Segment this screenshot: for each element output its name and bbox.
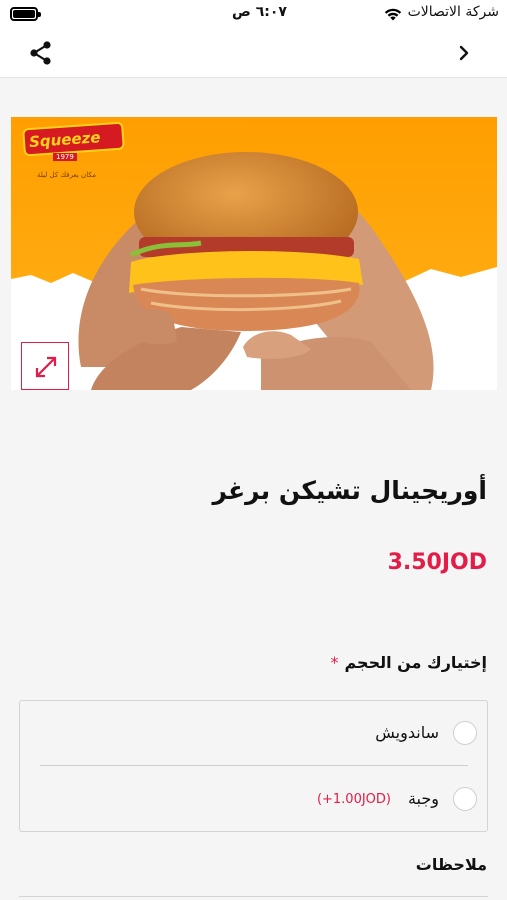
wifi-icon — [384, 8, 402, 21]
options-divider — [40, 765, 468, 766]
share-icon[interactable] — [28, 40, 54, 66]
brand-logo: Squeeze 1979 مكان يعرفك كل ليلة — [22, 121, 126, 183]
required-mark: * — [330, 653, 339, 672]
size-options-group: ساندويش وجبة (+1.00JOD) — [19, 700, 488, 832]
product-image: Squeeze 1979 مكان يعرفك كل ليلة — [11, 117, 497, 390]
status-time: ٦:٠٧ ص — [232, 4, 287, 20]
expand-image-button[interactable] — [21, 342, 69, 390]
size-section-heading: إختيارك من الحجم * — [330, 653, 487, 672]
status-bar: ٦:٠٧ ص شركة الاتصالات — [0, 0, 507, 30]
option-extra-price: (+1.00JOD) — [316, 792, 391, 807]
size-option-meal[interactable]: وجبة (+1.00JOD) — [20, 767, 487, 831]
logo-wordmark: Squeeze — [22, 121, 126, 157]
logo-year: 1979 — [53, 153, 77, 161]
option-label: وجبة — [407, 789, 439, 808]
notes-input[interactable] — [19, 896, 488, 900]
carrier-name: شركة الاتصالات — [407, 4, 499, 20]
chevron-right-icon[interactable] — [453, 42, 475, 64]
product-title: أوريجينال تشيكن برغر — [212, 476, 487, 505]
option-label: ساندويش — [375, 723, 439, 742]
logo-tagline: مكان يعرفك كل ليلة — [37, 171, 96, 179]
battery-icon — [10, 7, 41, 21]
expand-arrows-icon — [35, 356, 57, 378]
size-option-sandwich[interactable]: ساندويش — [20, 701, 487, 765]
product-price: 3.50JOD — [387, 550, 487, 575]
radio-button[interactable] — [453, 721, 477, 745]
top-nav-bar — [0, 30, 507, 78]
notes-heading: ملاحظات — [415, 855, 487, 874]
size-heading-text: إختيارك من الحجم — [344, 653, 487, 672]
radio-button[interactable] — [453, 787, 477, 811]
